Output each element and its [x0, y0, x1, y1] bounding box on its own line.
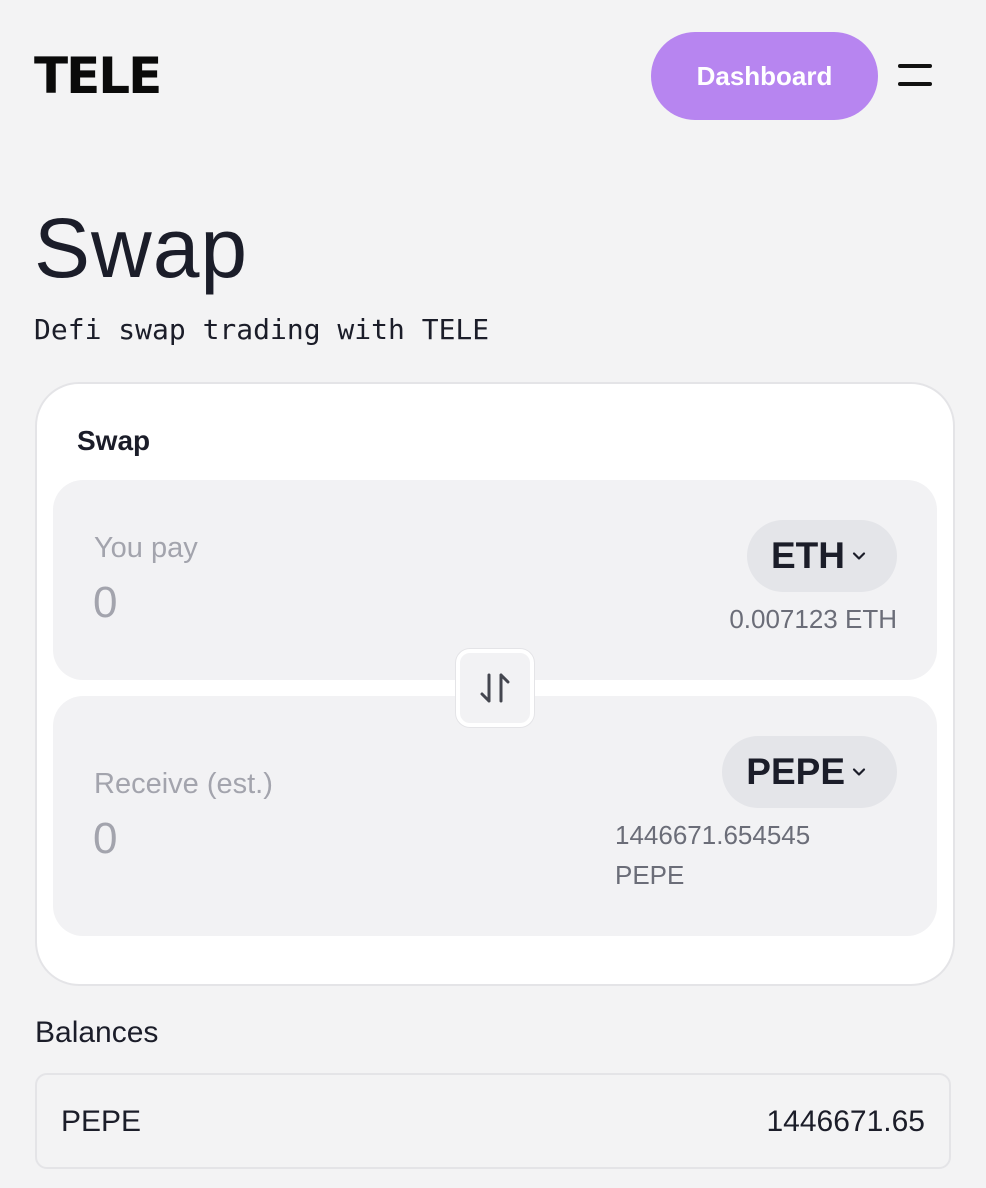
card-title: Swap: [77, 425, 151, 456]
chevron-down-icon: [852, 768, 866, 776]
pay-label: You pay: [94, 532, 198, 564]
receive-token-selector[interactable]: PEPE: [722, 736, 897, 808]
balances-table: PEPE 1446671.65: [35, 1073, 951, 1169]
receive-balance-unit: PEPE: [615, 860, 685, 890]
swap-card: Swap You pay 0 ETH 0.007123 ETH Receive …: [35, 382, 955, 986]
dashboard-button[interactable]: Dashboard: [651, 32, 878, 120]
swap-direction-icon: [480, 673, 510, 703]
balance-token: PEPE: [61, 1105, 142, 1138]
page-subtitle: Defi swap trading with TELE: [34, 313, 490, 346]
page-title: Swap: [34, 201, 249, 295]
pay-token-selector[interactable]: ETH: [747, 520, 897, 592]
pay-token-name: ETH: [771, 535, 845, 576]
tele-logo[interactable]: TELE: [34, 50, 162, 102]
chevron-down-icon: [852, 552, 866, 560]
receive-token-balance: 1446671.654545 PEPE: [615, 815, 810, 895]
balances-heading: Balances: [35, 1016, 159, 1049]
receive-token-name: PEPE: [746, 751, 845, 792]
receive-panel: Receive (est.) 0 PEPE 1446671.654545 PEP…: [53, 696, 937, 936]
hamburger-menu-icon[interactable]: [898, 62, 934, 90]
pay-amount-input[interactable]: 0: [93, 578, 117, 628]
receive-amount-field: 0: [93, 814, 118, 863]
swap-page: TELE Dashboard Swap Defi swap trading wi…: [0, 0, 986, 1188]
swap-direction-button[interactable]: [456, 649, 534, 727]
pay-token-balance: 0.007123 ETH: [729, 604, 897, 634]
top-bar: TELE Dashboard: [34, 32, 952, 120]
balance-amount: 1446671.65: [766, 1105, 926, 1138]
receive-label: Receive (est.): [94, 768, 273, 800]
receive-balance-value: 1446671.654545: [615, 820, 811, 850]
balance-row: PEPE 1446671.65: [37, 1075, 949, 1171]
